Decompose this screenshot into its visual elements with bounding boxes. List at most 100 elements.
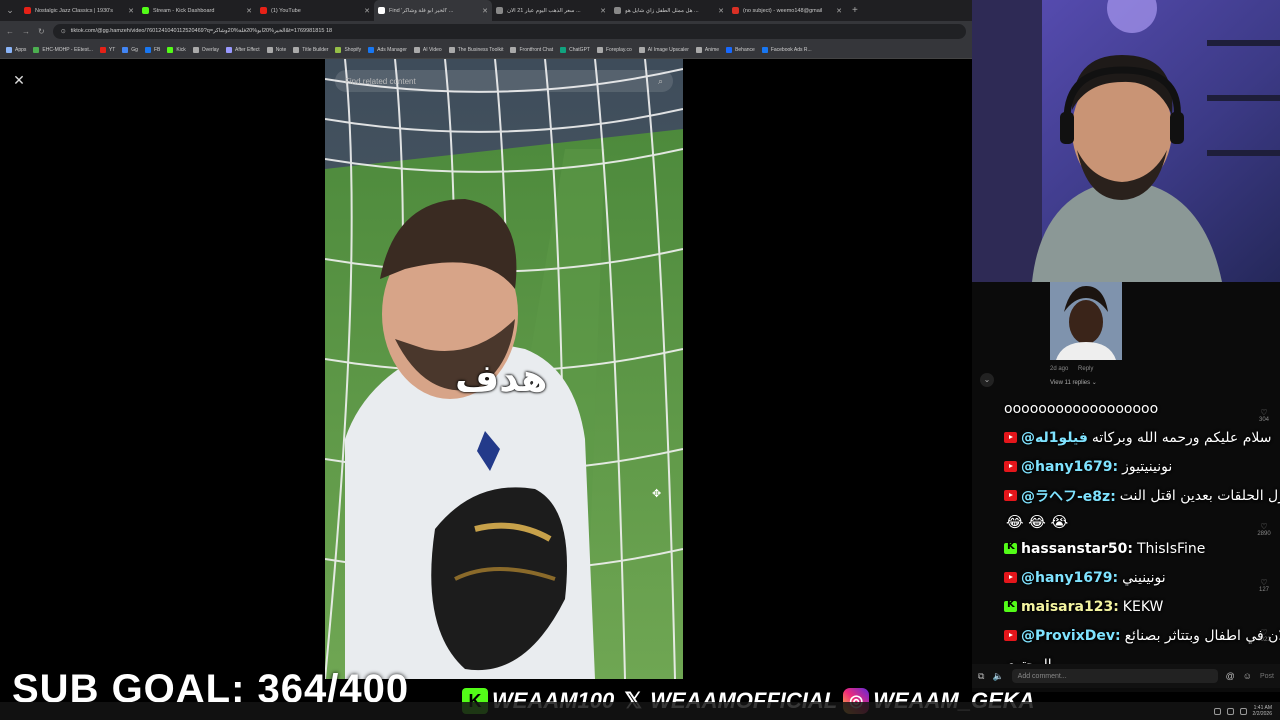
avatar-image	[1050, 282, 1122, 360]
browser-tab[interactable]: (1) YouTube ✕	[256, 0, 374, 21]
bookmark-item[interactable]: Facebook Ads R...	[761, 46, 812, 53]
chat-message: @ラヘフ-e8z:انا بنزل الحلقات بعدين اقتل الن…	[972, 481, 1280, 510]
browser-tab[interactable]: هل ممثل الطفل زاي شايل هو ... ✕	[610, 0, 728, 21]
browser-tab[interactable]: Nostalgic Jazz Classics | 1930's ✕	[20, 0, 138, 21]
bookmark-label: Shopify	[344, 46, 362, 53]
bookmark-label: Gg	[131, 46, 138, 53]
bookmark-item[interactable]: Behance	[726, 46, 755, 53]
url-field[interactable]: ⊙ tiktok.com/@gg.hamzeh/video/7601241040…	[52, 23, 966, 39]
bookmarks-bar: Apps EHC-MOHP - EEtest... YT Gg FB Kick Overla…	[0, 41, 972, 59]
bookmark-item[interactable]: The Business Toolkit	[448, 46, 504, 53]
back-icon[interactable]: ←	[6, 27, 14, 36]
taskbar-clock[interactable]: 1:41 AM 2/2/2026	[1253, 705, 1272, 717]
browser-tab[interactable]: Find 'الخير ابو فلة وشاكر' ... ✕	[374, 0, 492, 21]
bookmark-item[interactable]: YT	[99, 46, 115, 53]
bookmark-label: Foreplay.co	[605, 46, 632, 53]
tray-battery-icon[interactable]	[1239, 707, 1247, 715]
bookmark-label: The Business Toolkit	[457, 46, 504, 53]
chat-message: @فيلو1له سلام عليكم ورحمه الله وبركاته	[972, 423, 1280, 452]
tab-close-icon[interactable]: ✕	[836, 7, 842, 15]
bookmark-item[interactable]: ChatGPT	[560, 46, 590, 53]
tray-volume-icon[interactable]	[1226, 707, 1234, 715]
bookmark-item[interactable]: Shopify	[335, 46, 362, 53]
bookmark-label: AI Video	[422, 46, 442, 53]
browser-tab[interactable]: (no subject) - weemo148@gmail ✕	[728, 0, 846, 21]
tray-network-icon[interactable]	[1213, 707, 1221, 715]
tab-favicon-icon	[614, 7, 621, 14]
comment-avatar[interactable]	[1050, 282, 1122, 360]
bookmark-item[interactable]: After Effect	[226, 46, 260, 53]
bookmark-item[interactable]: Foreplay.co	[596, 46, 632, 53]
tab-favicon-icon	[732, 7, 739, 14]
view-replies-link[interactable]: View 11 replies ⌄	[1050, 379, 1097, 386]
tab-title: هل ممثل الطفل زاي شايل هو ...	[625, 7, 699, 14]
tab-close-icon[interactable]: ✕	[600, 7, 606, 15]
site-info-icon[interactable]: ⊙	[61, 28, 66, 35]
bookmark-item[interactable]: Apps	[6, 46, 27, 53]
volume-icon[interactable]: 🔈	[992, 671, 1003, 682]
bookmark-label: After Effect	[235, 46, 260, 53]
bookmark-favicon-icon	[99, 46, 106, 53]
bookmark-item[interactable]: AI Video	[413, 46, 442, 53]
browser-tab[interactable]: Stream - Kick Dashboard ✕	[138, 0, 256, 21]
chat-username: @ProvixDev:	[1021, 627, 1121, 644]
mouse-cursor-icon: ✥	[652, 488, 662, 500]
address-bar-row: ← → ↻ ⊙ tiktok.com/@gg.hamzeh/video/7601…	[0, 21, 972, 41]
chevron-down-icon[interactable]: ⌄	[980, 373, 994, 387]
comment-input[interactable]: Add comment...	[1011, 669, 1218, 683]
chat-username: @hany1679:	[1021, 458, 1119, 475]
bookmark-favicon-icon	[167, 46, 174, 53]
chat-message: maisara123:KEKW	[972, 592, 1280, 621]
related-search-bar[interactable]: Find related content ⌕	[335, 70, 673, 92]
bookmark-item[interactable]: AI Image Upscaler	[638, 46, 689, 53]
bookmark-item[interactable]: Gg	[122, 46, 138, 53]
bookmark-label: Anime	[704, 46, 720, 53]
bookmark-item[interactable]: Frontfront Chat	[510, 46, 553, 53]
bookmark-item[interactable]: Overlay	[192, 46, 219, 53]
bookmark-item[interactable]: Kick	[167, 46, 186, 53]
tab-title: Stream - Kick Dashboard	[153, 7, 215, 14]
new-tab-icon[interactable]: +	[852, 5, 858, 16]
bookmark-item[interactable]: Title Builder	[293, 46, 328, 53]
stream-chat: oooooooooooooooooo @فيلو1له سلام عليكم ورح…	[972, 394, 1280, 679]
bookmark-item[interactable]: Note	[266, 46, 286, 53]
bookmark-label: ChatGPT	[569, 46, 590, 53]
bookmark-favicon-icon	[293, 46, 300, 53]
bookmark-favicon-icon	[638, 46, 645, 53]
bookmark-favicon-icon	[122, 46, 129, 53]
bookmark-favicon-icon	[695, 46, 702, 53]
bookmark-item[interactable]: FB	[144, 46, 160, 53]
bookmark-favicon-icon	[33, 46, 40, 53]
related-search-input[interactable]: Find related content	[345, 77, 658, 86]
bookmark-favicon-icon	[266, 46, 273, 53]
bookmark-label: Apps	[15, 46, 27, 53]
emoji-icon[interactable]: ☺	[1243, 671, 1252, 681]
bookmark-favicon-icon	[761, 46, 768, 53]
youtube-icon	[1004, 432, 1017, 443]
tab-close-icon[interactable]: ✕	[364, 7, 370, 15]
tab-search-icon[interactable]: ⌄	[0, 5, 20, 16]
comment-meta: 2d ago Reply	[1050, 366, 1101, 372]
stream-screen: ⌄ Nostalgic Jazz Classics | 1930's ✕ Strea…	[0, 0, 1280, 720]
browser-tab[interactable]: سعر الذهب اليوم عيار 21 الآن ... ✕	[492, 0, 610, 21]
tab-close-icon[interactable]: ✕	[246, 7, 252, 15]
pip-icon[interactable]: ⧉	[978, 671, 984, 682]
tab-close-icon[interactable]: ✕	[128, 7, 134, 15]
chat-message: 😂 😂 😭	[972, 510, 1280, 534]
bookmark-item[interactable]: Ads Manager	[368, 46, 407, 53]
tab-close-icon[interactable]: ✕	[482, 7, 488, 15]
reply-link[interactable]: Reply	[1078, 366, 1093, 372]
search-icon[interactable]: ⌕	[658, 76, 663, 87]
chat-username: maisara123:	[1021, 598, 1119, 615]
chat-text: KEKW	[1122, 598, 1164, 615]
mention-icon[interactable]: @	[1226, 671, 1235, 681]
bookmark-favicon-icon	[510, 46, 517, 53]
comment-input-bar: ⧉ 🔈 Add comment... @ ☺ Post	[972, 664, 1280, 688]
post-button[interactable]: Post	[1260, 673, 1274, 680]
forward-icon[interactable]: →	[22, 27, 30, 36]
reload-icon[interactable]: ↻	[38, 27, 45, 36]
bookmark-item[interactable]: Anime	[695, 46, 720, 53]
tab-close-icon[interactable]: ✕	[718, 7, 724, 15]
close-icon[interactable]: ✕	[10, 71, 28, 89]
bookmark-item[interactable]: EHC-MOHP - EEtest...	[33, 46, 93, 53]
